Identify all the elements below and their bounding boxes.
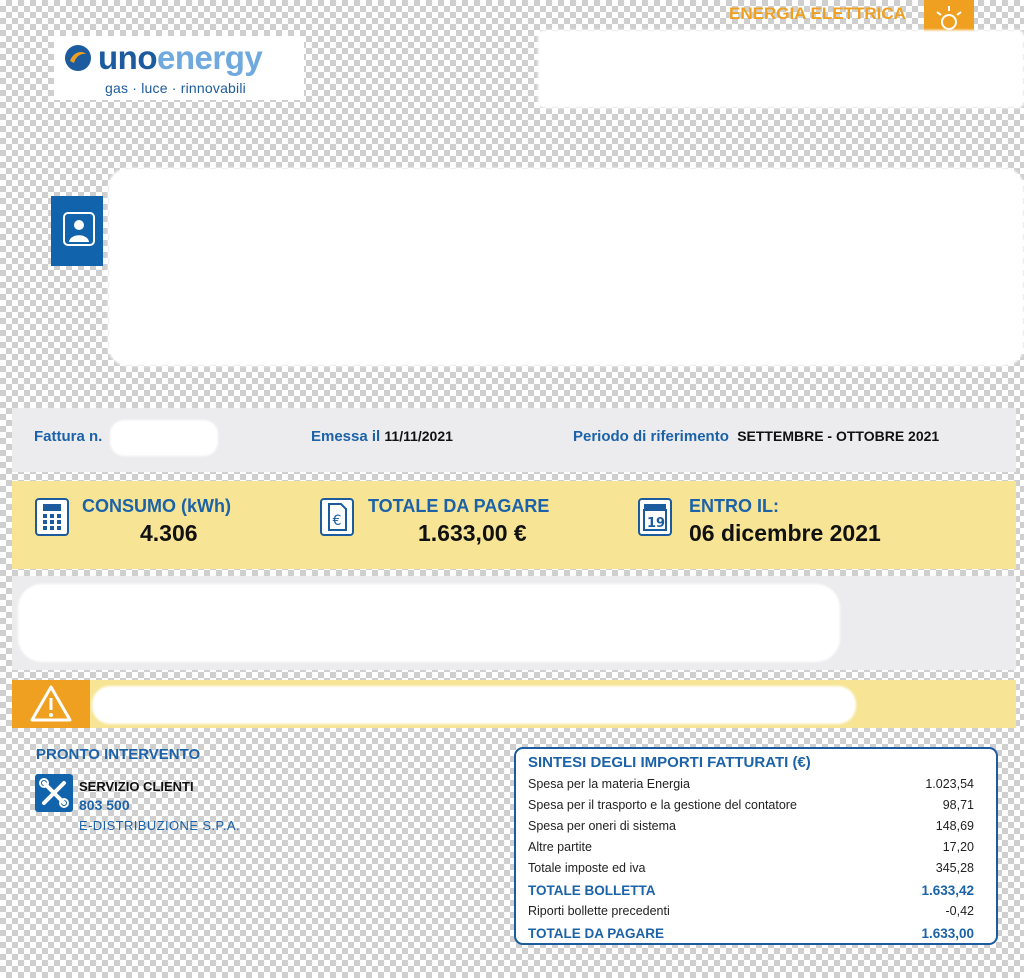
svg-text:19: 19 (647, 516, 665, 531)
summary-row-label: Totale imposte ed iva (528, 861, 646, 875)
brand-logo: unoenergy gas · luce · rinnovabili (54, 36, 304, 100)
redacted-address-header (538, 30, 1024, 108)
service-name: SERVIZIO CLIENTI (79, 779, 194, 794)
summary-row: Totale imposte ed iva 345,28 (528, 861, 974, 882)
service-type-label: ENERGIA ELETTRICA (729, 4, 906, 23)
service-phone-number[interactable]: 803 500 (79, 797, 130, 813)
summary-total-to-pay-row: TOTALE DA PAGARE 1.633,00 (528, 926, 974, 947)
distributor-name: E-DISTRIBUZIONE S.P.A. (79, 818, 240, 833)
summary-row-value: 1.633,42 (921, 883, 974, 898)
redacted-warning-text (92, 686, 856, 724)
consumption-value: 4.306 (140, 520, 198, 546)
summary-row: Spesa per la materia Energia 1.023,54 (528, 777, 974, 798)
redacted-message (18, 584, 840, 662)
summary-row-label: TOTALE DA PAGARE (528, 926, 665, 941)
summary-total-bill-row: TOTALE BOLLETTA 1.633,42 (528, 883, 974, 904)
issued-date: 11/11/2021 (384, 428, 453, 444)
warning-icon (12, 680, 90, 728)
summary-row-label: Spesa per il trasporto e la gestione del… (528, 798, 797, 812)
invoice-number: Fattura n. (34, 428, 102, 445)
summary-row-label: TOTALE BOLLETTA (528, 883, 656, 898)
summary-row-label: Altre partite (528, 840, 592, 854)
logo-wordmark: unoenergy (98, 39, 263, 76)
summary-row: Spesa per il trasporto e la gestione del… (528, 798, 974, 819)
wrench-tools-icon (35, 774, 73, 812)
invoice-period: Periodo di riferimento SETTEMBRE - OTTOB… (573, 428, 939, 445)
invoice-issued: Emessa il 11/11/2021 (311, 428, 453, 445)
due-date-value: 06 dicembre 2021 (689, 520, 881, 546)
summary-row-value: 148,69 (935, 819, 974, 833)
calculator-icon (35, 498, 69, 536)
invoice-number-label: Fattura n. (34, 428, 103, 445)
consumption-label: CONSUMO (kWh) (82, 496, 231, 516)
summary-row-value: 98,71 (942, 798, 974, 812)
summary-row-value: 1.633,00 (921, 926, 974, 941)
summary-row-label: Spesa per oneri di sistema (528, 819, 676, 833)
euro-document-icon: € (320, 498, 354, 536)
svg-text:€: € (333, 513, 342, 529)
due-date-label: ENTRO IL: (689, 496, 779, 516)
period-value: SETTEMBRE - OTTOBRE 2021 (737, 428, 940, 444)
logo-swirl-icon (65, 45, 91, 71)
period-label: Periodo di riferimento (573, 428, 729, 445)
redacted-customer-details (108, 168, 1024, 366)
issued-label: Emessa il (311, 428, 381, 445)
summary-row: Spesa per oneri di sistema 148,69 (528, 819, 974, 840)
customer-icon (51, 196, 103, 266)
summary-row-label: Spesa per la materia Energia (528, 777, 690, 791)
pronto-intervento-title: PRONTO INTERVENTO (36, 746, 201, 763)
summary-row-value: -0,42 (945, 904, 975, 918)
total-to-pay-label: TOTALE DA PAGARE (368, 496, 550, 516)
total-to-pay-value: 1.633,00 € (418, 520, 527, 546)
lightbulb-icon (924, 0, 974, 32)
billing-summary-box: SINTESI DEGLI IMPORTI FATTURATI (€) Spes… (514, 747, 998, 945)
logo-tagline: gas · luce · rinnovabili (105, 80, 246, 96)
summary-row-value: 345,28 (935, 861, 974, 875)
summary-row-label: Riporti bollette precedenti (528, 904, 670, 918)
calendar-icon: 19 (638, 498, 672, 536)
summary-row: Riporti bollette precedenti -0,42 (528, 904, 974, 925)
summary-row-value: 1.023,54 (925, 777, 974, 791)
redacted-invoice-number (110, 420, 218, 456)
billing-summary-title: SINTESI DEGLI IMPORTI FATTURATI (€) (528, 754, 811, 771)
summary-row: Altre partite 17,20 (528, 840, 974, 861)
summary-row-value: 17,20 (942, 840, 974, 854)
